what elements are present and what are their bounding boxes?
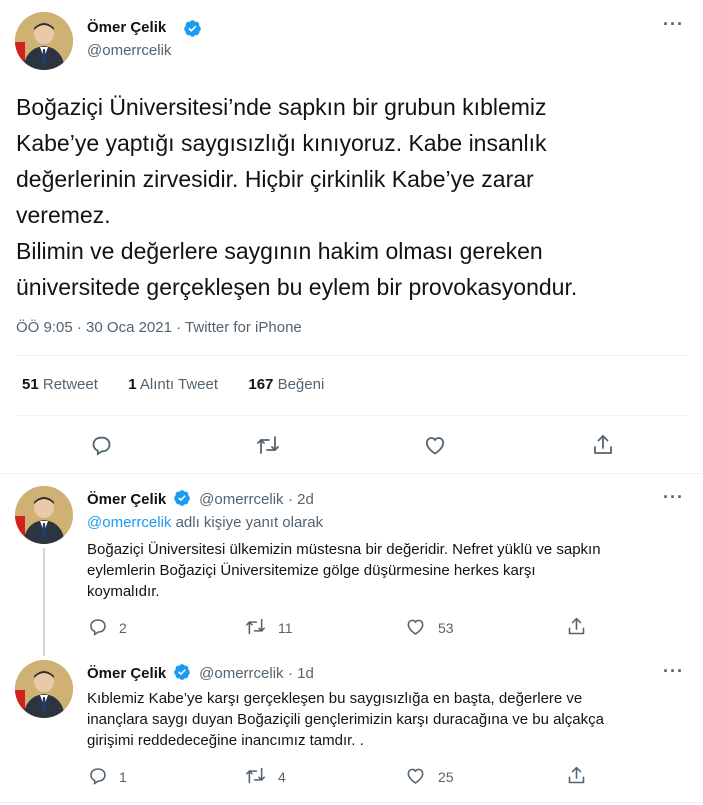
tweet-text-line: Kabe’ye yaptığı saygısızlığı kınıyoruz. … bbox=[16, 130, 547, 156]
author-handle[interactable]: @omerrcelik bbox=[87, 42, 171, 59]
reply-count: 2 bbox=[119, 620, 127, 636]
retweet-icon[interactable] bbox=[245, 765, 266, 786]
tweet-text-line: Boğaziçi Üniversitesi’nde sapkın bir gru… bbox=[16, 94, 547, 120]
more-icon[interactable]: ··· bbox=[663, 661, 684, 682]
retweet-count: 11 bbox=[278, 620, 293, 636]
reply-actions: 1 4 25 bbox=[87, 765, 597, 789]
share-icon[interactable] bbox=[566, 616, 587, 637]
reply-header: Ömer Çelik @omerrcelik · 1d bbox=[87, 663, 314, 683]
tweet-text-line: veremez. bbox=[16, 202, 111, 228]
tweet-text-line: üniversitede gerçekleşen bu eylem bir pr… bbox=[16, 274, 578, 300]
tweet-text: Boğaziçi Üniversitesi’nde sapkın bir gru… bbox=[16, 89, 696, 305]
verified-badge-icon bbox=[173, 489, 191, 507]
author-name[interactable]: Ömer Çelik bbox=[87, 19, 166, 36]
like-stat[interactable]: 167 Beğeni bbox=[248, 376, 324, 393]
reply-text-line: koymalıdır. bbox=[87, 583, 160, 600]
reply-icon[interactable] bbox=[87, 765, 108, 786]
tweet-age[interactable]: · 2d bbox=[288, 491, 314, 508]
reply-text-line: eylemlerin Boğaziçi Üniversitemize gölge… bbox=[87, 562, 536, 579]
reply-text-line: inançlara saygı duyan Boğaziçili gençler… bbox=[87, 711, 604, 728]
reply-actions: 2 11 53 bbox=[87, 616, 597, 640]
quote-stat[interactable]: 1 Alıntı Tweet bbox=[128, 376, 218, 393]
verified-badge-icon bbox=[173, 663, 191, 681]
author-name[interactable]: Ömer Çelik bbox=[87, 665, 166, 682]
tweet-meta: ÖÖ 9:05 · 30 Oca 2021 · Twitter for iPho… bbox=[16, 319, 302, 336]
tweet-text-line: Bilimin ve değerlere saygının hakim olma… bbox=[16, 238, 543, 264]
replying-to: @omerrcelik adlı kişiye yanıt olarak bbox=[87, 514, 324, 531]
verified-badge-icon bbox=[183, 19, 202, 38]
reply-icon[interactable] bbox=[87, 616, 108, 637]
like-icon[interactable] bbox=[405, 765, 426, 786]
tweet-source[interactable]: Twitter for iPhone bbox=[185, 319, 302, 336]
thread-line bbox=[43, 548, 45, 656]
reply-text-line: Boğaziçi Üniversitesi ülkemizin müstesna… bbox=[87, 541, 601, 558]
reply-text-line: girişimi reddedeceğine inancımız tamdır.… bbox=[87, 732, 364, 749]
reply-text-line: Kıblemiz Kabe’ye karşı gerçekleşen bu sa… bbox=[87, 690, 583, 707]
tweet-date[interactable]: 30 Oca 2021 bbox=[86, 319, 172, 336]
retweet-count: 4 bbox=[278, 769, 286, 785]
author-name[interactable]: Ömer Çelik bbox=[87, 491, 166, 508]
like-icon[interactable] bbox=[405, 616, 426, 637]
author-handle[interactable]: @omerrcelik bbox=[199, 491, 283, 508]
avatar[interactable] bbox=[15, 486, 73, 544]
reply-count: 1 bbox=[119, 769, 127, 785]
avatar[interactable] bbox=[15, 660, 73, 718]
author-handle[interactable]: @omerrcelik bbox=[199, 665, 283, 682]
retweet-stat[interactable]: 51 Retweet bbox=[22, 376, 98, 393]
reply-text: Kıblemiz Kabe’ye karşı gerçekleşen bu sa… bbox=[87, 688, 697, 751]
more-icon[interactable]: ··· bbox=[663, 14, 684, 35]
reply-header: Ömer Çelik @omerrcelik · 2d bbox=[87, 489, 314, 509]
tweet-text-line: değerlerinin zirvesidir. Hiçbir çirkinli… bbox=[16, 166, 534, 192]
like-count: 25 bbox=[438, 769, 454, 785]
avatar[interactable] bbox=[15, 12, 73, 70]
divider bbox=[0, 802, 703, 803]
tweet-stats: 51 Retweet 1 Alıntı Tweet 167 Beğeni bbox=[22, 376, 324, 393]
more-icon[interactable]: ··· bbox=[663, 487, 684, 508]
retweet-icon[interactable] bbox=[256, 433, 280, 457]
reply-icon[interactable] bbox=[89, 433, 113, 457]
like-icon[interactable] bbox=[423, 433, 447, 457]
share-icon[interactable] bbox=[591, 433, 615, 457]
replying-to-handle[interactable]: @omerrcelik bbox=[87, 514, 171, 531]
tweet-age[interactable]: · 1d bbox=[288, 665, 314, 682]
like-count: 53 bbox=[438, 620, 454, 636]
tweet-time[interactable]: ÖÖ 9:05 bbox=[16, 319, 73, 336]
share-icon[interactable] bbox=[566, 765, 587, 786]
divider bbox=[0, 473, 703, 474]
retweet-icon[interactable] bbox=[245, 616, 266, 637]
divider bbox=[16, 355, 688, 356]
divider bbox=[16, 415, 688, 416]
reply-text: Boğaziçi Üniversitesi ülkemizin müstesna… bbox=[87, 539, 687, 602]
